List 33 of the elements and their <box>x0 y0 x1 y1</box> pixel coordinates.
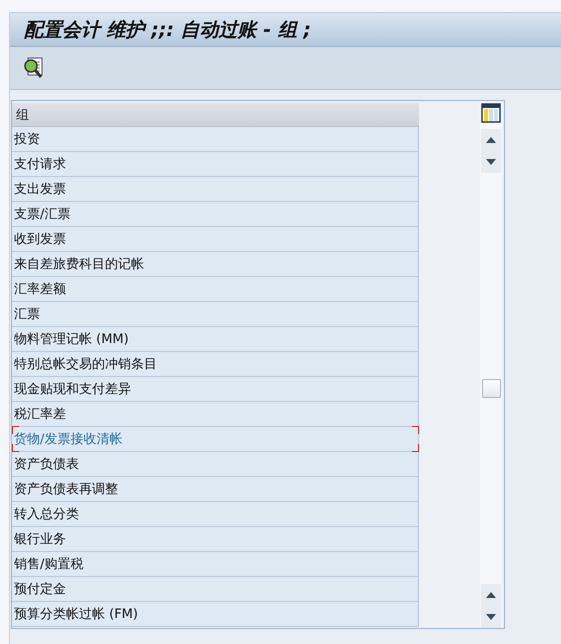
down-arrow-icon <box>485 158 497 166</box>
table-row[interactable]: 银行业务 <box>12 527 419 552</box>
down-arrow-icon <box>485 613 497 621</box>
table-row[interactable]: 转入总分类 <box>12 502 419 527</box>
table-row[interactable]: 现金贴现和支付差异 <box>12 377 419 402</box>
table-row[interactable]: 税汇率差 <box>12 402 419 427</box>
table-row[interactable]: 支付请求 <box>12 152 419 177</box>
table-row[interactable]: 投资 <box>12 127 419 152</box>
scroll-down-button[interactable] <box>481 151 501 173</box>
table-row[interactable]: 货物/发票接收清帐 <box>12 427 419 452</box>
scroll-up-button[interactable] <box>481 584 501 606</box>
up-arrow-icon <box>485 591 497 599</box>
table-row[interactable]: 资产负债表 <box>12 452 419 477</box>
document-magnifier-icon <box>23 57 45 79</box>
table-row[interactable]: 销售/购置税 <box>12 552 419 577</box>
table-row[interactable]: 汇票 <box>12 302 419 327</box>
table-row[interactable]: 特别总帐交易的冲销条目 <box>12 352 419 377</box>
table-row[interactable]: 物料管理记帐 (MM) <box>12 327 419 352</box>
up-arrow-icon <box>485 136 497 144</box>
scroll-thumb[interactable] <box>482 379 501 398</box>
window-title: 配置会计 维护 ;;: 自动过账 - 组 ; <box>24 18 311 42</box>
column-settings-icon[interactable] <box>481 103 501 123</box>
scroll-up-button[interactable] <box>481 129 501 151</box>
table-row[interactable]: 来自差旅费科目的记帐 <box>12 252 419 277</box>
table-row[interactable]: 支出发票 <box>12 177 419 202</box>
table-row[interactable]: 资产负债表再调整 <box>12 477 419 502</box>
table-row[interactable]: 汇率差额 <box>12 277 419 302</box>
table-row[interactable]: 预付定金 <box>12 577 419 602</box>
table-row[interactable]: 预算分类帐过帐 (FM) <box>12 602 419 627</box>
column-header[interactable]: 组 <box>12 103 419 127</box>
scroll-down-button[interactable] <box>481 606 501 628</box>
table-row[interactable]: 收到发票 <box>12 227 419 252</box>
table-row[interactable]: 支票/汇票 <box>12 202 419 227</box>
